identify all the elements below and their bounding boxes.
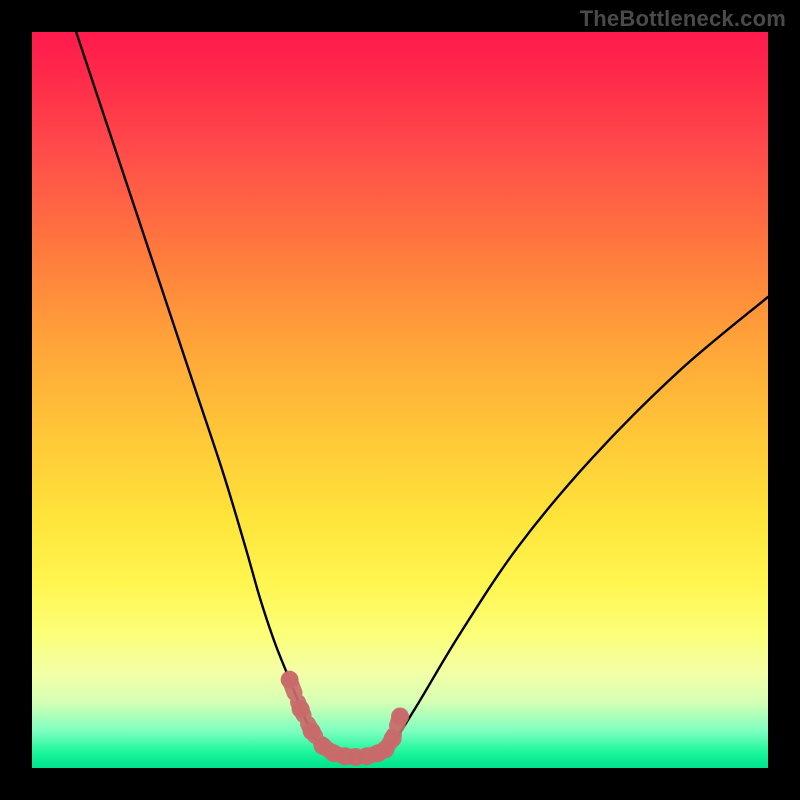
plot-area [32, 32, 768, 768]
marker-dot [292, 700, 310, 718]
marker-dot [281, 671, 299, 689]
highlighted-points [281, 671, 409, 766]
watermark-text: TheBottleneck.com [580, 6, 786, 32]
marker-dot [391, 707, 409, 725]
curve-layer [32, 32, 768, 768]
marker-dot [303, 722, 321, 740]
curve-path [76, 32, 768, 758]
marker-dot [384, 730, 402, 748]
chart-frame: TheBottleneck.com [0, 0, 800, 800]
bottleneck-curve [76, 32, 768, 758]
